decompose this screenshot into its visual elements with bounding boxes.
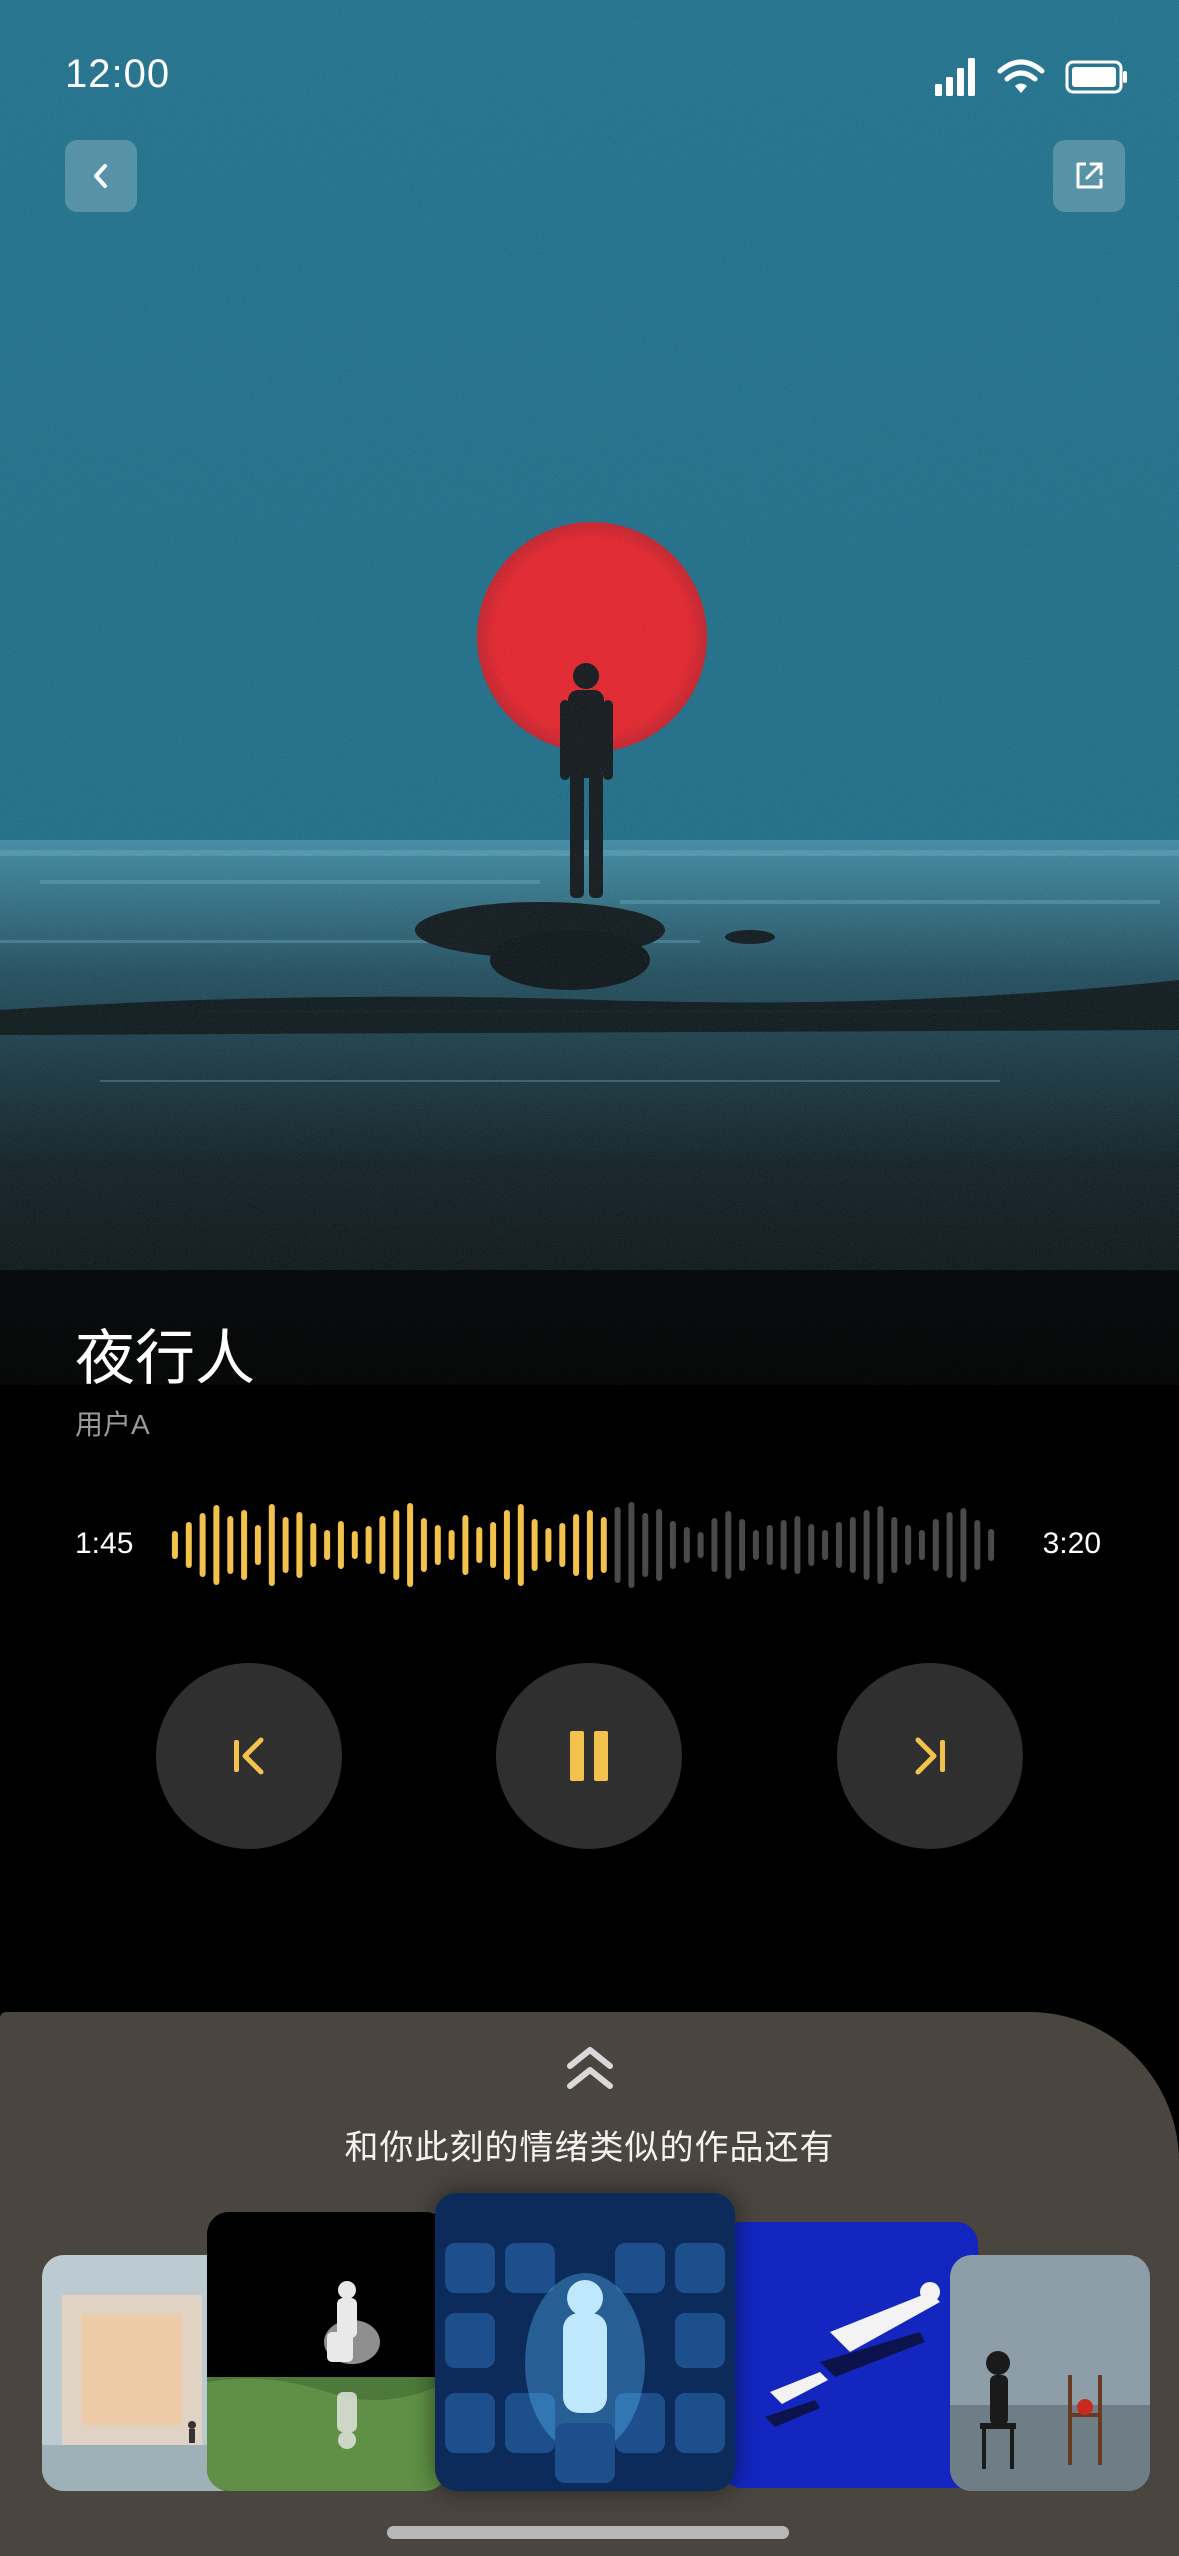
waveform-bar (960, 1508, 967, 1582)
waveform-bar (282, 1517, 289, 1573)
waveform-progress[interactable] (168, 1490, 998, 1600)
share-button[interactable] (1053, 140, 1125, 212)
waveform-bar (227, 1516, 234, 1574)
waveform-bar (822, 1530, 829, 1560)
waveform-bar (559, 1523, 566, 1567)
pause-icon (570, 1731, 608, 1781)
waveform-bar (974, 1520, 981, 1570)
total-time: 3:20 (1042, 1527, 1101, 1560)
recommendation-item[interactable] (950, 2255, 1150, 2491)
waveform-bar (780, 1520, 787, 1570)
waveform-bar (462, 1515, 469, 1575)
previous-button[interactable] (156, 1663, 342, 1849)
waveform-bar (476, 1527, 483, 1563)
recommendation-item[interactable] (435, 2193, 735, 2491)
waveform-bar (254, 1525, 261, 1565)
waveform-bar (171, 1531, 178, 1559)
waveform-bar (199, 1513, 206, 1577)
chevron-left-icon (94, 164, 107, 188)
song-title: 夜行人 (75, 1325, 255, 1392)
waveform-bar (365, 1526, 372, 1564)
waveform-bar (310, 1523, 317, 1567)
album-artwork (0, 0, 1179, 1385)
waveform-bar (642, 1513, 649, 1577)
waveform-bar (891, 1517, 898, 1573)
waveform-bar (697, 1532, 704, 1558)
waveform-bar (407, 1503, 414, 1587)
pause-button[interactable] (496, 1663, 682, 1849)
waveform-bar (946, 1512, 953, 1578)
waveform-bar (586, 1510, 593, 1580)
waveform-bar (434, 1525, 441, 1565)
waveform-bar (877, 1506, 884, 1584)
next-button[interactable] (837, 1663, 1023, 1849)
waveform-bar (213, 1505, 220, 1585)
recommendation-item[interactable] (720, 2222, 978, 2488)
battery-icon (1065, 60, 1127, 94)
waveform-bar (905, 1525, 912, 1565)
waveform-bar (517, 1504, 524, 1586)
waveform-bar (448, 1530, 455, 1560)
waveform-bar (835, 1522, 842, 1568)
waveform-bar (185, 1522, 192, 1568)
skip-previous-icon (234, 1737, 264, 1775)
waveform-bar (711, 1518, 718, 1572)
waveform-bar (600, 1517, 607, 1573)
waveform-bar (656, 1509, 663, 1581)
waveform-bar (628, 1502, 635, 1588)
back-button[interactable] (65, 140, 137, 212)
waveform-bar (988, 1529, 995, 1561)
waveform-bar (808, 1524, 815, 1566)
waveform-bar (351, 1531, 358, 1559)
status-time: 12:00 (65, 52, 171, 96)
waveform-bar (241, 1510, 248, 1580)
waveform-bar (503, 1510, 510, 1580)
current-time: 1:45 (75, 1527, 134, 1560)
waveform-bar (794, 1516, 801, 1574)
waveform-bar (337, 1521, 344, 1569)
status-icons (935, 58, 1129, 96)
waveform-bar (725, 1511, 732, 1579)
waveform-bar (669, 1521, 676, 1569)
waveform-bar (739, 1519, 746, 1571)
waveform-bar (614, 1507, 621, 1583)
waveform-bar (752, 1530, 759, 1560)
waveform-bar (324, 1530, 331, 1560)
status-bar: 12:00 (0, 0, 1179, 160)
waveform-bar (531, 1519, 538, 1571)
recommendation-carousel[interactable] (0, 2180, 1179, 2510)
skip-next-icon (915, 1737, 945, 1775)
waveform-bar (683, 1527, 690, 1563)
waveform-bar (490, 1522, 497, 1568)
waveform-bar (379, 1516, 386, 1574)
waveform-bar (863, 1510, 870, 1580)
recommendation-heading: 和你此刻的情绪类似的作品还有 (344, 2129, 835, 2167)
waveform-bar (296, 1512, 303, 1578)
waveform-bar (766, 1525, 773, 1565)
waveform-bar (573, 1514, 580, 1576)
waveform-bar (918, 1530, 925, 1560)
waveform-bar (393, 1510, 400, 1580)
waveform-bar (545, 1528, 552, 1562)
external-link-icon (1076, 162, 1103, 189)
waveform-bar (932, 1519, 939, 1571)
player-screen: 12:00 夜行人 用户A 1:45 3:20 和你此刻的情绪类似的作品还有 (0, 0, 1179, 2556)
double-chevron-up-icon[interactable] (560, 2040, 620, 2100)
waveform-bar (420, 1518, 427, 1572)
waveform-bar (849, 1517, 856, 1573)
wifi-icon (997, 59, 1045, 93)
recommendation-item[interactable] (207, 2212, 447, 2491)
waveform-bar (268, 1504, 275, 1586)
song-artist: 用户A (75, 1409, 150, 1440)
signal-icon (935, 58, 975, 96)
home-indicator (387, 2526, 789, 2539)
